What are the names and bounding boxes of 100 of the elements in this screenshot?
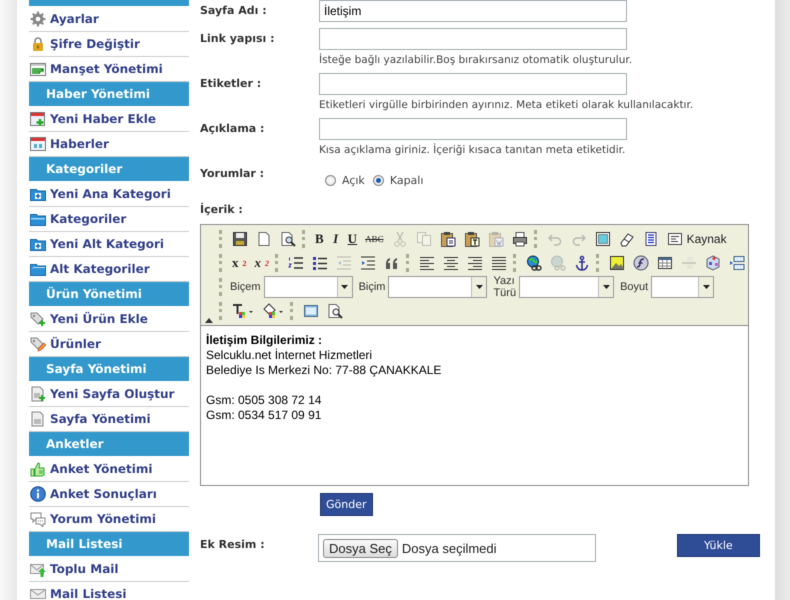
sidebar-section-header: Mail Listesi (29, 532, 189, 557)
clipboard-document-icon (488, 231, 504, 247)
anchor-icon (574, 255, 590, 271)
sidebar-section-header: Haber Yönetimi (29, 82, 189, 107)
dropdown-label: Boyut (620, 281, 648, 293)
quote-marks-icon (384, 255, 400, 271)
align-left-icon (419, 255, 435, 271)
field-label: Açıklama : (200, 121, 266, 137)
text-color-icon (232, 303, 254, 319)
radio-button[interactable] (372, 174, 384, 186)
page-magnifier-icon (280, 231, 296, 247)
source-button[interactable]: Kaynak (662, 230, 731, 248)
horizontal-rule-icon (681, 255, 697, 271)
format-button[interactable]: U (344, 230, 362, 248)
text-input[interactable] (319, 73, 627, 95)
text-input[interactable]: İletişim (319, 0, 627, 22)
radio-button[interactable] (325, 174, 336, 186)
file-status: Dosya seçilmedi (402, 540, 497, 556)
caret-icon (476, 285, 483, 289)
field-hint: İsteğe bağlı yazılabilir.Boş bırakırsanız otomatik oluşturulur. (319, 53, 634, 67)
content-line: Belediye Is Merkezi No: 77-88 ÇANAKKALE (206, 363, 442, 378)
page-break-icon (729, 255, 745, 271)
field-label: Link yapısı : (200, 31, 276, 47)
dropdown-label: Biçim (358, 281, 386, 293)
submit-button[interactable]: Gönder (320, 493, 372, 516)
clipboard-icon (440, 231, 456, 247)
caret-icon (702, 285, 710, 289)
caret-icon (602, 285, 610, 289)
upload-button[interactable]: Yükle (676, 534, 760, 557)
dropdown-label: Biçem (230, 281, 261, 293)
align-center-icon (443, 255, 459, 271)
calendar-plus-icon (30, 111, 46, 127)
radio-label[interactable]: Kapalı (390, 174, 424, 186)
speech-bubbles-icon (30, 511, 46, 527)
folder-icon (30, 211, 46, 227)
folder-icon (30, 261, 46, 277)
page-magnifier-icon (327, 303, 343, 319)
field-label: İçerik : (200, 202, 244, 216)
caret-icon (341, 285, 348, 289)
clipboard-text-icon (464, 231, 480, 247)
paint-bucket-icon (262, 303, 284, 319)
source-code-icon (666, 231, 683, 247)
collapse-toolbar-icon[interactable] (205, 318, 213, 323)
scissors-icon (392, 231, 408, 247)
padlock-icon (30, 36, 46, 52)
tag-pencil-icon (30, 336, 46, 352)
table-grid-icon (657, 255, 673, 271)
globe-broken-chain-icon (550, 255, 566, 271)
cube-icon (705, 255, 721, 271)
eraser-icon (618, 231, 635, 247)
choose-file-button[interactable]: Dosya Seç (323, 538, 398, 558)
numbered-list-icon (288, 255, 304, 271)
field-label: Sayfa Adı : (200, 3, 268, 19)
sidebar-section-header: Ürün Yönetimi (29, 282, 189, 307)
sidebar-section-header: Sayfa Yönetimi (29, 357, 189, 382)
picture-icon (609, 255, 625, 271)
tag-plus-icon (30, 311, 46, 327)
blank-page-icon (256, 231, 272, 247)
field-hint: Kısa açıklama giriniz. İçeriği kısaca tanıtan meta etiketidir. (319, 143, 626, 157)
bullet-list-icon (312, 255, 328, 271)
text-input[interactable] (319, 118, 627, 140)
format-button[interactable]: ABC (361, 230, 388, 248)
page-icon (30, 411, 46, 427)
align-right-icon (467, 255, 483, 271)
envelope-icon (30, 586, 46, 600)
blocks-window-icon (303, 303, 319, 319)
text-input[interactable] (319, 28, 627, 50)
file-input[interactable]: Dosya Seç Dosya seçilmedi (318, 534, 596, 562)
flash-circle-icon (633, 255, 649, 271)
field-label: Ek Resim : (200, 537, 266, 551)
field-label: Etiketler : (200, 76, 262, 92)
content-line: Gsm: 0505 308 72 14 (206, 393, 322, 408)
radio-label[interactable]: Açık (342, 174, 365, 186)
format-button[interactable]: B (311, 230, 328, 248)
save-icon (232, 231, 248, 247)
content-line: İletişim Bilgilerimiz : (206, 333, 322, 348)
calendar-icon (30, 136, 46, 152)
field-hint: Etiketleri virgülle birbirinden ayırınız. Meta etiketi olarak kullanılacaktır. (319, 98, 694, 112)
outdent-icon (336, 255, 352, 271)
document-lines-icon (642, 231, 659, 247)
indent-icon (360, 255, 376, 271)
thumbs-up-icon (30, 461, 46, 477)
info-icon (30, 486, 46, 502)
folder-plus-icon (30, 186, 46, 202)
format-button[interactable]: I (328, 230, 344, 248)
folder-plus-icon (30, 236, 46, 252)
content-line: Selcuklu.net İnternet Hizmetleri (206, 348, 372, 363)
align-justify-icon (491, 255, 507, 271)
content-line: Gsm: 0534 517 09 91 (206, 408, 322, 423)
dotted-frame-icon (594, 231, 611, 247)
field-label: Yorumlar : (200, 166, 266, 182)
page-plus-icon (30, 386, 46, 402)
gear-icon (30, 11, 46, 27)
sidebar-section-header: Kategoriler (29, 157, 189, 182)
sidebar-section-header: Anketler (29, 432, 189, 457)
globe-chain-icon (526, 255, 542, 271)
printer-icon (512, 231, 528, 247)
dropdown-label: Yazı Türü (493, 275, 516, 299)
editor-content-area[interactable]: İletişim Bilgilerimiz : Selcuklu.net İnternet Hizmetleri Belediye Is Merkezi No: 77-88 ÇANAKKALE Gsm: 0505 308 72 14 Gsm: 0534 517 09 91 (201, 325, 748, 485)
copy-icon (416, 231, 432, 247)
